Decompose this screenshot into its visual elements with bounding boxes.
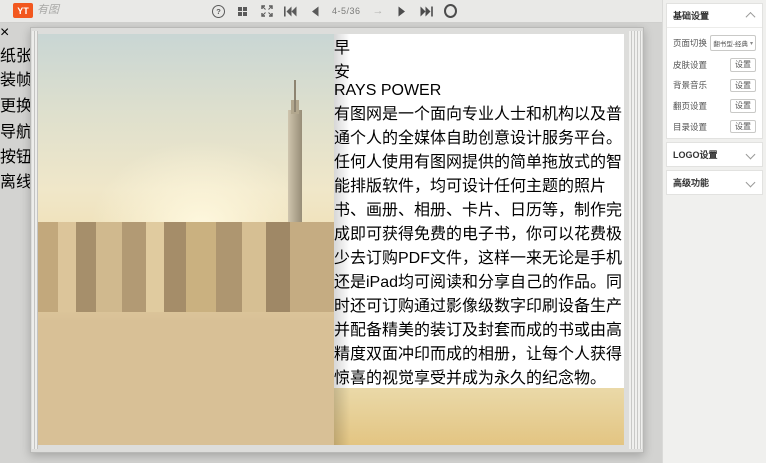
panel-advanced-features-header[interactable]: 高级功能 [673,176,756,189]
row-label-toc-settings: 目录设置 [673,121,707,133]
panel-basic-settings: 基础设置 页面切换 翻书型-经典 皮肤设置 设置 背景音乐 设置 翻页设置 设置… [666,3,763,139]
page-transition-select[interactable]: 翻书型-经典 [710,35,756,51]
fullscreen-button[interactable] [260,5,273,18]
first-page-icon [284,6,297,17]
panel-advanced-features: 高级功能 [666,170,763,195]
photo-midtown-buildings [38,222,334,312]
settings-sidebar: 基础设置 页面切换 翻书型-经典 皮肤设置 设置 背景音乐 设置 翻页设置 设置… [662,0,766,463]
fullscreen-icon [261,5,273,17]
logo-icon: YT [13,3,33,18]
page-stack-right-edge [629,31,642,449]
skin-settings-button[interactable]: 设置 [730,58,756,72]
prev-page-icon [311,6,319,17]
logo-brand-text: 有图 [37,5,59,16]
last-page-icon [420,6,433,17]
last-page-button[interactable] [420,5,433,18]
toc-settings-button[interactable]: 设置 [730,120,756,134]
panel-title: 高级功能 [673,176,709,189]
panel-basic-settings-header[interactable]: 基础设置 [673,9,756,22]
flip-settings-button[interactable]: 设置 [730,99,756,113]
page-title-char-2: 安 [334,58,624,82]
top-toolbar: YT 有图 4-5/36 [0,0,662,23]
chevron-down-icon [746,178,756,188]
left-page-photo[interactable] [38,34,334,445]
page-body-text: 有图网是一个面向专业人士和机构以及普通个人的全媒体自助创意设计服务平台。任何人使… [334,100,624,388]
panel-logo-settings-header[interactable]: LOGO设置 [673,148,756,161]
first-page-button[interactable] [284,5,297,18]
page-title-char-1: 早 [334,34,624,58]
right-page-content[interactable]: 早 安 RAYS POWER 有图网是一个面向专业人士和机构以及普通个人的全媒体… [334,34,624,445]
page-indicator: 4-5/36 [332,6,361,16]
row-label-page-transition: 页面切换 [673,37,707,49]
thumbnails-grid-icon [238,7,247,16]
row-label-background-music: 背景音乐 [673,79,707,91]
panel-logo-settings: LOGO设置 [666,142,763,167]
panel-title: LOGO设置 [673,148,718,161]
background-music-button[interactable]: 设置 [730,79,756,93]
chevron-up-icon [746,12,756,22]
row-label-flip-settings: 翻页设置 [673,100,707,112]
prev-page-button[interactable] [308,5,321,18]
tile-photo-gears [334,388,624,445]
panel-title: 基础设置 [673,9,709,22]
help-icon [212,5,225,18]
chevron-down-icon [746,150,756,160]
next-page-button[interactable] [396,5,409,18]
autoplay-button[interactable] [444,5,457,18]
page-subtitle: RAYS POWER [334,82,624,100]
row-label-skin-settings: 皮肤设置 [673,59,707,71]
flipbook: 早 安 RAYS POWER 有图网是一个面向专业人士和机构以及普通个人的全媒体… [30,27,644,453]
next-page-icon [398,6,406,17]
goto-arrow-icon[interactable] [372,5,385,18]
autoplay-icon [444,4,457,18]
help-button[interactable] [212,5,225,18]
app-logo[interactable]: YT 有图 [13,3,59,18]
thumbnails-button[interactable] [236,5,249,18]
